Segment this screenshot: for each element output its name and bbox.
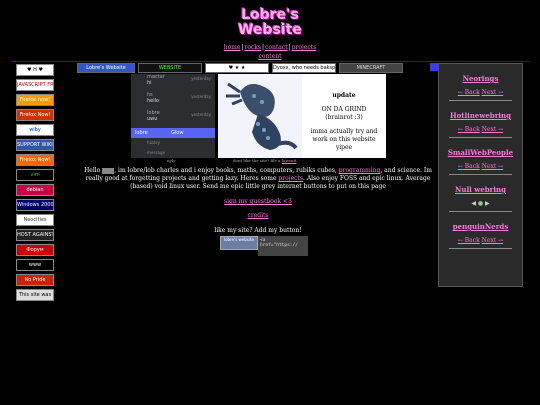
webring-nav-icons: ◀ ● ▶ [445, 200, 516, 207]
webring-back-link[interactable]: ← Back [458, 237, 480, 244]
webring-title-link[interactable]: Hotlinewebring [450, 111, 511, 120]
pfp-icon [102, 167, 115, 174]
webring-back-link[interactable]: ← Back [458, 126, 480, 133]
discord-message-time: yesterday [191, 112, 211, 117]
lawsuit-caption: dont like the site? file a lawsuit [233, 158, 296, 163]
badge-button[interactable]: Windows 2000 [16, 199, 54, 211]
badge-button[interactable]: HOST AGAINST MONOPOLIES [16, 229, 54, 241]
badge-button[interactable]: Firefox Now! [16, 109, 54, 121]
site-88x31-button[interactable]: lobre's website [220, 236, 258, 250]
banner-button[interactable]: Dyoxx, who needs bakspace [272, 63, 336, 73]
projects-link[interactable]: projects [278, 175, 303, 182]
badge-button[interactable]: Neocities [16, 214, 54, 226]
intro-paragraph: Hello , im lobre/lob charles and i enjoy… [78, 167, 438, 191]
update-line2: (brainrot :3) [325, 114, 363, 121]
button-embed-code[interactable]: <a href="https:// [258, 236, 308, 256]
left-badge-column: ♥ H ♥ JAVASCRIPT FREE Firefox now! Firefox … [16, 64, 54, 304]
badge-button[interactable]: www [16, 259, 54, 271]
discord-caption: nyly [167, 158, 176, 163]
update-line3: imma actually try and [310, 128, 378, 135]
badge-button[interactable]: Форум [16, 244, 54, 256]
webring-block: Hotlinewebring ← Back Next → [439, 101, 522, 138]
webring-title-link[interactable]: Neorings [463, 74, 499, 83]
webring-title-link[interactable]: SmallWebPeople [448, 148, 513, 157]
nav-contact[interactable]: contact [265, 44, 288, 51]
badge-button[interactable]: vim [16, 169, 54, 181]
webring-title-link[interactable]: Null webring [455, 185, 506, 194]
webring-next-link[interactable]: Next → [482, 89, 504, 96]
discord-message: lobre uwu yesterday [131, 110, 215, 128]
axolotl-plush-image [218, 74, 302, 158]
badge-button[interactable]: ♥ H ♥ [16, 64, 54, 76]
webring-block: Null webring ◀ ● ▶ [439, 175, 522, 212]
discord-footer: fuzzey message [131, 138, 215, 158]
lawsuit-caption-text: dont like the site? file a [233, 158, 281, 163]
badge-button[interactable]: No Pride [16, 274, 54, 286]
webring-next-link[interactable]: Next → [482, 126, 504, 133]
main-nav: home|rocks|contact|projects content [223, 44, 317, 60]
credits-row: credits [78, 212, 438, 219]
discord-message-time: yesterday [191, 76, 211, 81]
badge-button[interactable]: wiby [16, 124, 54, 136]
update-title: update [332, 92, 356, 99]
badge-button[interactable]: Firefox Now! [16, 154, 54, 166]
webring-title-link[interactable]: penguinNerds [453, 222, 509, 231]
update-line4: work on this website [312, 136, 376, 143]
nav-home[interactable]: home [224, 44, 241, 51]
discord-footer-1: fuzzey [147, 140, 160, 145]
guestbook-row: sign my guestbook <3 [78, 198, 438, 205]
banner-button[interactable]: ♥ ★ ★ [205, 63, 269, 73]
update-line1: ON DA GRIND [321, 106, 367, 113]
banner-button[interactable]: WEBSITE [138, 63, 202, 73]
logo-line1: Lobre's [241, 7, 299, 23]
badge-button[interactable]: JAVASCRIPT FREE [16, 79, 54, 91]
update-box: update ON DA GRIND (brainrot :3) imma ac… [302, 74, 386, 158]
badge-button[interactable]: Firefox now! [16, 94, 54, 106]
discord-footer-2: message [147, 150, 165, 155]
webring-block: SmallWebPeople ← Back Next → [439, 138, 522, 175]
intro-hello: Hello [84, 167, 101, 174]
header-divider [10, 61, 530, 62]
site-logo: Lobre's Website [230, 8, 310, 42]
webring-back-link[interactable]: ← Back [458, 163, 480, 170]
webring-column: Neorings ← Back Next → Hotlinewebring ← Bac… [438, 63, 523, 287]
discord-status-user: lobre [135, 130, 148, 136]
banner-strip: Lobre's Website WEBSITE ♥ ★ ★ Dyoxx, who ne… [77, 63, 439, 73]
arrow-right-icon[interactable]: ▶ [485, 200, 490, 207]
lawsuit-link[interactable]: lawsuit [282, 158, 297, 163]
badge-button[interactable]: This site was [16, 289, 54, 301]
programming-link[interactable]: programming [339, 167, 381, 174]
globe-icon[interactable]: ● [478, 200, 483, 207]
nav-content[interactable]: content [258, 53, 281, 60]
discord-message: mactar hi yesterday [131, 74, 215, 92]
logo-line2: Website [238, 22, 302, 38]
webring-next-link[interactable]: Next → [482, 237, 504, 244]
discord-message-time: yesterday [191, 94, 211, 99]
discord-message: hs hello yesterday [131, 92, 215, 110]
badge-button[interactable]: SUPPORT WIKIPEDIA [16, 139, 54, 151]
badge-button[interactable]: debian [16, 184, 54, 196]
arrow-left-icon[interactable]: ◀ [471, 200, 476, 207]
intro-text1: , im lobre/lob charles and i enjoy books… [114, 167, 337, 174]
credits-link[interactable]: credits [247, 212, 268, 219]
webring-block: penguinNerds ← Back Next → [439, 212, 522, 249]
webring-back-link[interactable]: ← Back [458, 89, 480, 96]
discord-screenshot: mactar hi yesterday hs hello yesterday lobre uw… [131, 74, 215, 158]
update-line5: yipee [335, 144, 353, 151]
nav-projects[interactable]: projects [292, 44, 317, 51]
add-button-text: like my site? Add my button! [214, 227, 302, 234]
guestbook-link[interactable]: sign my guestbook <3 [224, 198, 292, 205]
banner-button[interactable]: Lobre's Website [77, 63, 135, 73]
discord-status-bar: lobre Glow [131, 128, 215, 138]
discord-status-right: Glow [171, 130, 184, 136]
nav-rocks[interactable]: rocks [244, 44, 261, 51]
axolotl-plush-icon [218, 74, 302, 158]
webring-block: Neorings ← Back Next → [439, 64, 522, 101]
banner-strip-edge [430, 63, 438, 71]
webring-next-link[interactable]: Next → [482, 163, 504, 170]
banner-button[interactable]: MINECRAFT [339, 63, 403, 73]
